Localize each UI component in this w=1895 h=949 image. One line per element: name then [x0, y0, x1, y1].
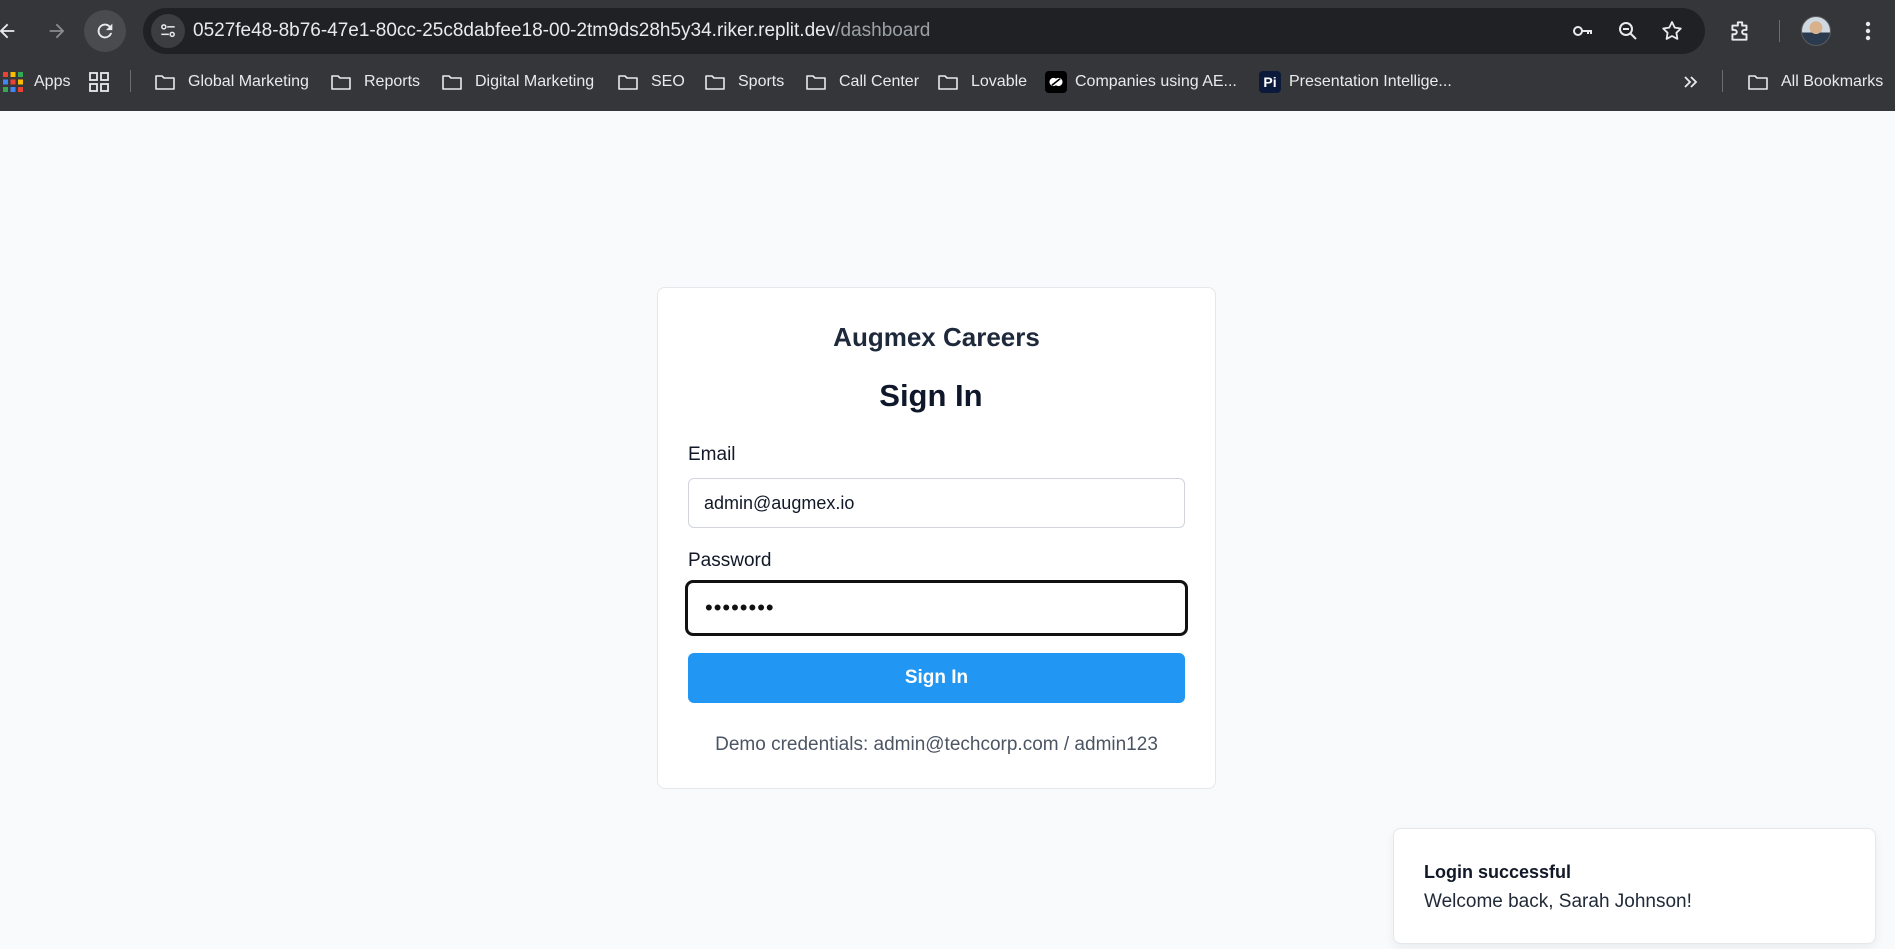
bookmark-label: Companies using AE...	[1075, 73, 1237, 90]
brand-title: Augmex Careers	[833, 322, 1040, 352]
puzzle-icon	[1731, 21, 1748, 41]
pi-favicon-icon: Pi	[1259, 71, 1281, 93]
bookmark-seo[interactable]: SEO	[617, 68, 685, 96]
password-key-icon[interactable]	[1570, 18, 1596, 44]
bookmark-reports[interactable]: Reports	[330, 68, 420, 96]
folder-icon	[806, 75, 826, 90]
reload-button[interactable]	[84, 10, 126, 52]
bookmarks-divider	[130, 70, 131, 92]
folder-icon	[618, 75, 638, 90]
address-bar[interactable]: 0527fe48-8b76-47e1-80cc-25c8dabfee18-00-…	[143, 8, 1705, 54]
browser-chrome: 0527fe48-8b76-47e1-80cc-25c8dabfee18-00-…	[0, 0, 1895, 111]
bookmark-label: Lovable	[971, 73, 1028, 90]
zoom-icon[interactable]	[1615, 18, 1641, 44]
bookmark-star-icon[interactable]	[1659, 18, 1685, 44]
profile-avatar[interactable]	[1801, 16, 1831, 46]
apps-grid-icon	[3, 72, 23, 92]
back-button[interactable]	[0, 10, 28, 52]
bookmark-label: Sports	[738, 73, 785, 90]
toast-message: Welcome back, Sarah Johnson!	[1424, 891, 1692, 912]
bookmark-lovable[interactable]: Lovable	[937, 68, 1027, 96]
toolbar-divider	[1779, 20, 1780, 42]
folder-icon	[331, 75, 351, 90]
folder-icon	[938, 75, 958, 90]
tune-icon	[161, 24, 175, 38]
demo-credentials-text: Demo credentials: admin@techcorp.com / a…	[715, 734, 1158, 755]
page-title: Sign In	[879, 378, 983, 413]
bookmark-call-center[interactable]: Call Center	[805, 68, 919, 96]
url-text[interactable]: 0527fe48-8b76-47e1-80cc-25c8dabfee18-00-…	[193, 20, 930, 42]
email-label: Email	[688, 444, 736, 465]
bookmark-sports[interactable]: Sports	[704, 68, 784, 96]
toast-notification: Login successful Welcome back, Sarah Joh…	[1393, 828, 1876, 944]
password-masked-value: ••••••••	[705, 595, 775, 620]
bookmarks-bar: Apps Global Marketing Reports Digital Ma…	[0, 62, 1895, 102]
tab-groups-button[interactable]	[88, 68, 122, 96]
bookmark-global-marketing[interactable]: Global Marketing	[154, 68, 309, 96]
bookmark-label: Global Marketing	[188, 73, 309, 90]
more-vertical-icon	[1865, 21, 1871, 41]
bookmark-label: Presentation Intellige...	[1289, 73, 1452, 90]
bookmark-label: Apps	[34, 73, 71, 90]
folder-icon	[442, 75, 462, 90]
folder-icon	[155, 75, 175, 90]
bookmark-apps[interactable]: Apps	[2, 68, 70, 96]
bookmark-digital-marketing[interactable]: Digital Marketing	[441, 68, 594, 96]
url-host: 0527fe48-8b76-47e1-80cc-25c8dabfee18-00-…	[193, 20, 836, 41]
double-chevron-right-icon	[1684, 76, 1698, 88]
url-path: /dashboard	[835, 20, 931, 41]
site-info-button[interactable]	[151, 14, 185, 48]
bookmark-label: SEO	[651, 73, 685, 90]
all-bookmarks-button[interactable]: All Bookmarks	[1747, 68, 1883, 96]
forward-button[interactable]	[36, 10, 78, 52]
login-card: Augmex Careers Sign In Email Password ••…	[657, 287, 1216, 789]
toast-title: Login successful	[1424, 862, 1572, 882]
reload-icon	[97, 23, 113, 39]
bookmark-companies-using-ae[interactable]: Companies using AE...	[1045, 68, 1237, 96]
sign-in-button[interactable]: Sign In	[688, 653, 1185, 703]
site-favicon-icon	[1045, 71, 1067, 93]
password-label: Password	[688, 550, 772, 571]
folder-icon	[705, 75, 725, 90]
grid-icon	[89, 72, 109, 92]
email-field[interactable]	[688, 478, 1185, 528]
bookmarks-divider	[1722, 70, 1723, 92]
folder-icon	[1748, 75, 1768, 90]
all-bookmarks-label: All Bookmarks	[1781, 73, 1884, 90]
bookmark-label: Digital Marketing	[475, 73, 595, 90]
bookmark-label: Call Center	[839, 73, 920, 90]
bookmark-presentation-intelligence[interactable]: Pi Presentation Intellige...	[1259, 68, 1452, 96]
browser-menu-button[interactable]	[1858, 16, 1878, 46]
bookmark-label: Reports	[364, 73, 421, 90]
arrow-left-icon	[0, 23, 15, 39]
extensions-button[interactable]	[1725, 16, 1755, 46]
arrow-right-icon	[49, 23, 65, 39]
more-bookmarks-button[interactable]	[1680, 68, 1702, 96]
browser-toolbar: 0527fe48-8b76-47e1-80cc-25c8dabfee18-00-…	[0, 0, 1895, 62]
